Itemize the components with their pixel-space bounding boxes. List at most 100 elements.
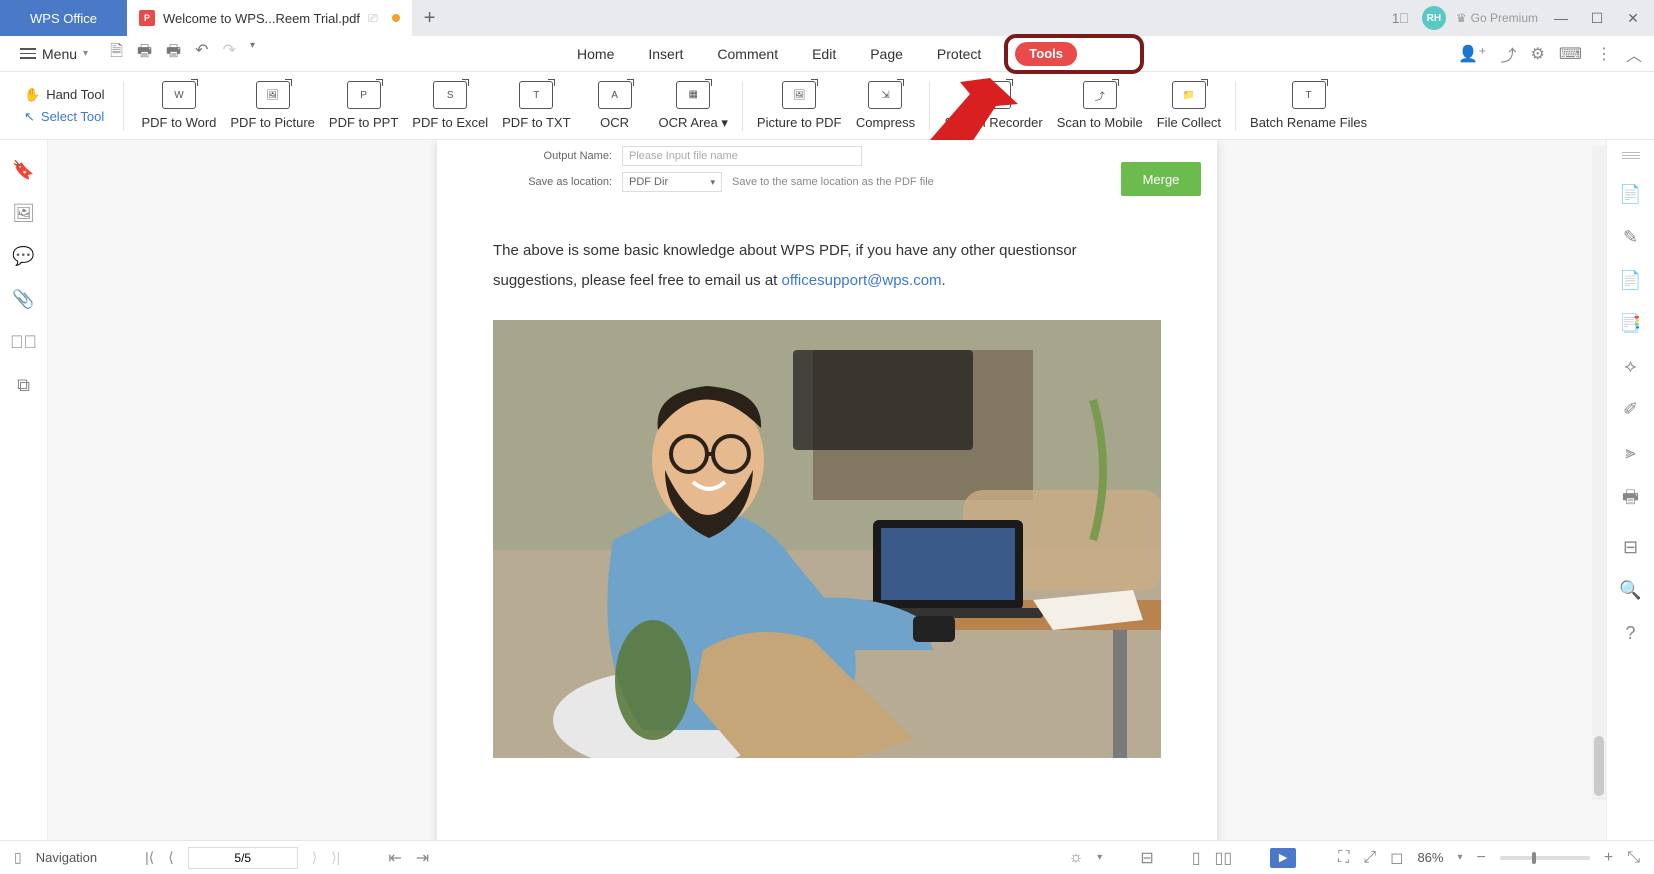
ribbon-batch-rename-files[interactable]: TBatch Rename Files <box>1250 81 1367 130</box>
slideshow-button[interactable]: ▶ <box>1270 848 1296 868</box>
save-location-select[interactable]: PDF Dir▾ <box>622 172 722 192</box>
tab-home[interactable]: Home <box>577 42 614 66</box>
tab-insert[interactable]: Insert <box>648 42 683 66</box>
tab-tools[interactable]: Tools <box>1015 42 1077 66</box>
user-avatar[interactable]: RH <box>1422 6 1446 30</box>
fit-left-icon[interactable]: ⇤ <box>388 848 401 868</box>
app-home-tab[interactable]: WPS Office <box>0 0 127 36</box>
settings-icon[interactable]: ⚙ <box>1531 44 1545 64</box>
collapse-ribbon-icon[interactable]: ︿ <box>1626 42 1642 66</box>
undo-icon[interactable]: ↶ <box>195 40 208 67</box>
bookmarks-icon[interactable]: 🔖 <box>12 160 34 181</box>
prev-page-button[interactable]: ⟨ <box>168 849 173 866</box>
translate-icon[interactable]: ⊟ <box>1623 537 1638 558</box>
zoom-dropdown-icon[interactable]: ▾ <box>1457 852 1462 863</box>
fit-page-icon[interactable]: ⤢ <box>1363 849 1376 867</box>
convert-icon[interactable]: 📄 <box>1619 270 1641 291</box>
page-number-input[interactable] <box>188 847 298 869</box>
reading-mode-icon[interactable]: ⊟ <box>1140 848 1153 868</box>
scrollbar-thumb[interactable] <box>1594 736 1604 796</box>
signatures-icon[interactable]: ✎⃝ <box>10 332 37 353</box>
ribbon-pdf-to-picture[interactable]: 🖼PDF to Picture <box>230 81 315 130</box>
ribbon-scan-to-mobile[interactable]: ⤴Scan to Mobile <box>1057 81 1143 130</box>
brightness-icon[interactable]: ☼ <box>1069 849 1084 867</box>
hand-tool-button[interactable]: ✋ Hand Tool <box>24 87 105 103</box>
save-icon[interactable]: 🗎 <box>110 40 123 67</box>
tab-protect[interactable]: Protect <box>937 42 981 66</box>
next-page-button[interactable]: ⟩ <box>312 849 317 866</box>
ribbon-item-label: Scan to Mobile <box>1057 115 1143 130</box>
doc-icon: 📁 <box>1172 81 1206 109</box>
merge-button[interactable]: Merge <box>1121 162 1201 196</box>
fit-width-icon[interactable]: ⛶ <box>1338 849 1349 867</box>
last-page-button[interactable]: ⟩| <box>331 849 340 866</box>
new-tab-button[interactable]: + <box>412 0 448 36</box>
ribbon-separator <box>742 81 743 131</box>
ribbon-pdf-to-ppt[interactable]: PPDF to PPT <box>329 81 398 130</box>
tab-comment[interactable]: Comment <box>717 42 778 66</box>
compress-side-icon[interactable]: ⫸ <box>1625 442 1635 463</box>
redo-icon[interactable]: ↷ <box>223 40 236 67</box>
ribbon-pdf-to-txt[interactable]: TPDF to TXT <box>502 81 570 130</box>
fullscreen-icon[interactable]: ⤡ <box>1627 849 1640 867</box>
ribbon-picture-to-pdf[interactable]: 🖼Picture to PDF <box>757 81 842 130</box>
print-quick-icon[interactable]: 🖶 <box>166 40 181 67</box>
search-side-icon[interactable]: 🔍 <box>1619 580 1641 601</box>
navigation-panel-icon[interactable]: ▯ <box>14 849 22 866</box>
chevron-down-icon: ▾ <box>83 48 88 59</box>
layers-icon[interactable]: ⧉ <box>17 375 30 396</box>
menu-button[interactable]: Menu ▾ <box>12 42 96 66</box>
doc-icon: ⬚ <box>977 81 1011 109</box>
share-icon[interactable]: ⤴ <box>1501 42 1517 66</box>
annotate-icon[interactable]: ✎ <box>1623 227 1638 248</box>
share-user-icon[interactable]: 👤⁺ <box>1458 44 1486 64</box>
zoom-in-button[interactable]: + <box>1604 849 1613 867</box>
feedback-icon[interactable]: ⌨ <box>1559 44 1582 64</box>
ribbon-pdf-to-word[interactable]: WPDF to Word <box>142 81 217 130</box>
form-icon[interactable]: 📑 <box>1619 313 1641 334</box>
go-premium-button[interactable]: ♛Go Premium <box>1456 11 1538 25</box>
ribbon-file-collect[interactable]: 📁File Collect <box>1157 81 1221 130</box>
ribbon-ocr[interactable]: AOCR <box>585 81 645 130</box>
window-count-icon[interactable]: 1⎕ <box>1388 6 1412 30</box>
zoom-slider[interactable] <box>1500 856 1590 860</box>
crop-icon[interactable]: ⟡ <box>1625 356 1637 377</box>
minimize-button[interactable]: — <box>1548 5 1574 31</box>
navigation-label[interactable]: Navigation <box>36 850 97 865</box>
ribbon-screen-recorder[interactable]: ⬚Screen Recorder <box>944 81 1042 130</box>
ribbon-pdf-to-excel[interactable]: SPDF to Excel <box>412 81 488 130</box>
edit-pdf-icon[interactable]: 📄 <box>1619 184 1641 205</box>
ribbon-ocr-area-[interactable]: ▦OCR Area ▾ <box>659 81 728 131</box>
ribbon-separator <box>1235 81 1236 131</box>
tab-page[interactable]: Page <box>870 42 903 66</box>
close-button[interactable]: ✕ <box>1620 5 1646 31</box>
document-canvas: Output Name: Please Input file name Save… <box>48 140 1606 840</box>
vertical-scrollbar[interactable] <box>1592 146 1606 800</box>
select-tool-button[interactable]: ↖ Select Tool <box>24 109 105 125</box>
maximize-button[interactable]: ☐ <box>1584 5 1610 31</box>
output-name-input[interactable]: Please Input file name <box>622 146 862 166</box>
panel-grip-icon[interactable] <box>1621 152 1641 162</box>
single-page-icon[interactable]: ▯ <box>1192 848 1201 868</box>
two-page-icon[interactable]: ▯▯ <box>1215 848 1233 868</box>
fit-right-icon[interactable]: ⇥ <box>416 848 429 868</box>
ribbon-compress[interactable]: ⇲Compress <box>855 81 915 130</box>
document-tab[interactable]: P Welcome to WPS...Reem Trial.pdf ⎚ <box>127 0 412 36</box>
support-email-link[interactable]: officesupport@wps.com <box>782 272 942 289</box>
theme-dropdown-icon[interactable]: ▾ <box>1097 852 1102 863</box>
more-icon[interactable]: ⋮ <box>1596 44 1612 64</box>
print-icon[interactable]: 🖶 <box>137 40 152 67</box>
help-icon[interactable]: ? <box>1625 623 1635 644</box>
ribbon-item-label: OCR <box>600 115 629 130</box>
tab-edit[interactable]: Edit <box>812 42 836 66</box>
actual-size-icon[interactable]: ◻ <box>1390 848 1403 868</box>
qat-dropdown-icon[interactable]: ▾ <box>250 40 255 67</box>
zoom-out-button[interactable]: − <box>1477 849 1486 867</box>
attachments-icon[interactable]: 📎 <box>12 289 34 310</box>
highlight-icon[interactable]: ✐ <box>1623 399 1638 420</box>
zoom-slider-thumb[interactable] <box>1532 852 1536 864</box>
first-page-button[interactable]: |⟨ <box>145 849 154 866</box>
comments-panel-icon[interactable]: 💬 <box>12 246 34 267</box>
thumbnails-icon[interactable]: 🖼 <box>12 203 35 224</box>
print-side-icon[interactable]: 🖶 <box>1622 485 1639 515</box>
